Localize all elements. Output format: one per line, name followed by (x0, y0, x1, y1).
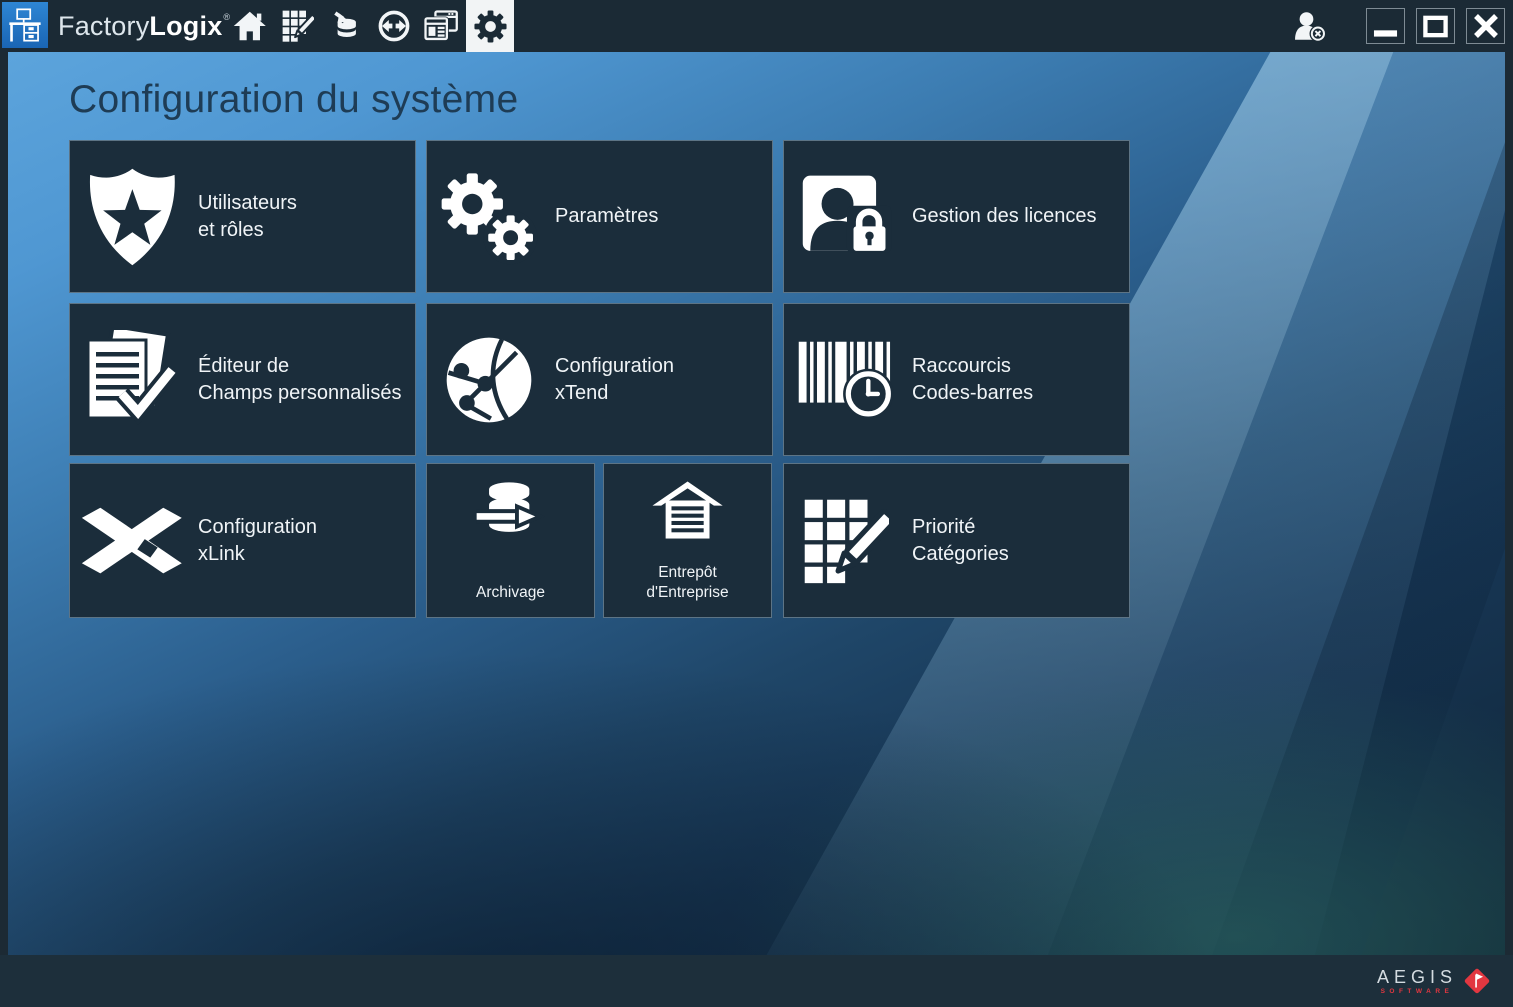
tile-xtend-configuration[interactable]: ConfigurationxTend (426, 303, 773, 456)
tile-label: Utilisateurset rôles (198, 190, 297, 244)
tile-label: RaccourcisCodes-barres (912, 353, 1033, 407)
nav-planning-button[interactable] (274, 0, 322, 52)
database-arrow-icon (472, 480, 550, 542)
tile-label: Archivage (476, 583, 545, 603)
titlebar-right (1287, 0, 1505, 52)
user-logout-button[interactable] (1287, 6, 1333, 46)
aegis-brand-name: AEGIS (1377, 968, 1457, 986)
xlink-icon (80, 504, 184, 578)
tile-label: ConfigurationxTend (555, 353, 674, 407)
globe-network-icon (437, 334, 541, 426)
tile-users-roles[interactable]: Utilisateurset rôles (69, 140, 416, 293)
nav-home-button[interactable] (226, 0, 274, 52)
grid-pencil-icon (282, 10, 314, 42)
tile-barcode-shortcuts[interactable]: RaccourcisCodes-barres (783, 303, 1130, 456)
tile-label: Gestion des licences (912, 203, 1097, 230)
page-title: Configuration du système (69, 78, 518, 122)
nav-data-import-button[interactable] (322, 0, 370, 52)
content-area: Configuration du système Utilisateurset … (8, 52, 1505, 955)
nav-transfer-button[interactable] (370, 0, 418, 52)
shield-star-icon (80, 166, 184, 268)
tile-label: PrioritéCatégories (912, 514, 1009, 568)
aegis-diamond-icon (1463, 967, 1491, 995)
document-check-icon (80, 330, 184, 430)
factorylogix-window: FactoryLogix® (0, 0, 1513, 1007)
tile-label: Entrepôtd'Entreprise (646, 563, 728, 603)
main-nav (226, 0, 514, 52)
tile-priority-categories[interactable]: PrioritéCatégories (783, 463, 1130, 618)
home-icon (232, 10, 268, 42)
minimize-button[interactable] (1366, 8, 1405, 44)
aegis-logo: AEGIS SOFTWARE (1377, 967, 1491, 995)
app-name-regular: Factory (58, 11, 149, 42)
grid-pencil-icon (794, 498, 898, 584)
tile-label: Éditeur deChamps personnalisés (198, 353, 401, 407)
warehouse-icon (651, 480, 724, 540)
sync-circle-icon (378, 10, 410, 42)
nav-windows-button[interactable] (418, 0, 466, 52)
app-title: FactoryLogix® (58, 0, 230, 52)
tile-settings[interactable]: Paramètres (426, 140, 773, 293)
aegis-brand-sub: SOFTWARE (1381, 988, 1454, 995)
windows-icon (424, 10, 459, 42)
tile-xlink-configuration[interactable]: ConfigurationxLink (69, 463, 416, 618)
aegis-wordmark: AEGIS SOFTWARE (1377, 968, 1457, 995)
tile-label: Paramètres (555, 203, 658, 230)
id-card-lock-icon (794, 170, 898, 264)
app-logo-icon (2, 2, 48, 48)
footer: AEGIS SOFTWARE (0, 955, 1513, 1007)
nav-system-configuration-button[interactable] (466, 0, 514, 52)
maximize-button[interactable] (1416, 8, 1455, 44)
tile-label: ConfigurationxLink (198, 514, 317, 568)
barcode-clock-icon (794, 340, 898, 420)
app-name-bold: Logix (149, 11, 222, 42)
titlebar: FactoryLogix® (0, 0, 1513, 52)
close-button[interactable] (1466, 8, 1505, 44)
database-import-icon (330, 10, 362, 42)
gears-icon (437, 169, 541, 265)
tile-archiving[interactable]: Archivage (426, 463, 595, 618)
tile-license-management[interactable]: Gestion des licences (783, 140, 1130, 293)
gear-icon (473, 9, 508, 44)
tile-enterprise-warehouse[interactable]: Entrepôtd'Entreprise (603, 463, 772, 618)
tile-custom-fields-editor[interactable]: Éditeur deChamps personnalisés (69, 303, 416, 456)
